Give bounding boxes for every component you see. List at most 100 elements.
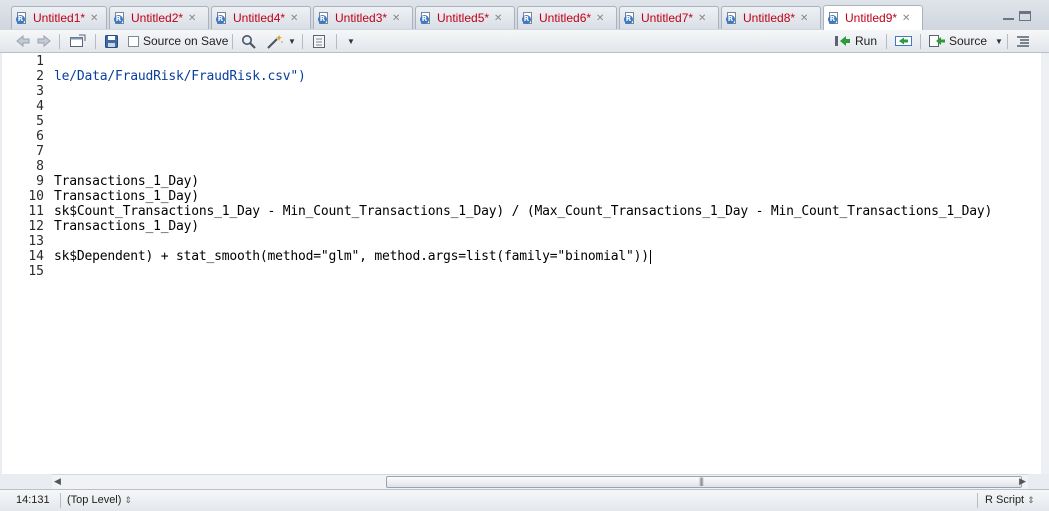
scope-label: (Top Level) <box>67 494 122 506</box>
maximize-pane-button[interactable] <box>1019 11 1031 21</box>
code-editor[interactable]: 1 2 3 4 5 6 7 8 9 10 11 12 13 14 15 le/D… <box>2 53 1041 474</box>
updown-arrow-icon: ⇕ <box>124 495 133 505</box>
line-number: 8 <box>36 159 44 174</box>
code-line[interactable]: sk$Dependent) + stat_smooth(method="glm"… <box>54 249 651 264</box>
show-in-window-button[interactable] <box>69 33 87 49</box>
line-number: 5 <box>36 114 44 129</box>
notebook-icon <box>313 34 325 48</box>
toolbar-separator <box>302 34 303 49</box>
file-type-selector[interactable]: R Script ⇕ <box>985 494 1035 506</box>
forward-button[interactable] <box>36 33 52 49</box>
close-icon[interactable]: ✕ <box>596 13 604 24</box>
code-line[interactable]: Transactions_1_Day) <box>54 189 199 204</box>
tab-untitled9[interactable]: R Untitled9* ✕ <box>823 5 923 30</box>
run-arrow-icon <box>835 36 850 46</box>
code-line[interactable]: Transactions_1_Day) <box>54 219 199 234</box>
line-number: 4 <box>36 99 44 114</box>
source-on-save-label: Source on Save <box>143 34 229 48</box>
text-cursor <box>649 249 651 264</box>
scroll-left-icon[interactable]: ◀ <box>54 476 61 487</box>
more-options-dropdown[interactable]: ▼ <box>347 33 355 49</box>
tab-label: Untitled7* <box>641 11 694 25</box>
code-tools-button[interactable]: ▼ <box>266 33 296 49</box>
grip-icon: ||| <box>699 476 704 486</box>
tab-untitled4[interactable]: R Untitled4* ✕ <box>211 6 311 29</box>
tab-untitled7[interactable]: R Untitled7* ✕ <box>619 6 719 29</box>
code-line[interactable]: le/Data/FraudRisk/FraudRisk.csv") <box>54 69 306 84</box>
tab-untitled2[interactable]: R Untitled2* ✕ <box>109 6 209 29</box>
tab-untitled8[interactable]: R Untitled8* ✕ <box>721 6 821 29</box>
tab-untitled1[interactable]: R Untitled1* ✕ <box>11 6 107 29</box>
compile-report-button[interactable] <box>311 33 327 49</box>
r-document-icon: R <box>16 11 29 25</box>
line-number: 15 <box>28 264 44 279</box>
vertical-scrollbar[interactable] <box>1041 53 1049 474</box>
checkbox-box[interactable] <box>128 35 139 47</box>
close-icon[interactable]: ✕ <box>392 13 400 24</box>
scroll-right-icon[interactable]: ▶ <box>1019 476 1026 487</box>
run-label: Run <box>855 34 878 48</box>
document-outline-button[interactable] <box>1016 33 1030 49</box>
tab-untitled6[interactable]: R Untitled6* ✕ <box>517 6 617 29</box>
close-icon[interactable]: ✕ <box>494 13 502 24</box>
line-number: 1 <box>36 54 44 69</box>
file-type-label: R Script <box>985 494 1025 506</box>
magic-wand-icon <box>267 34 283 49</box>
tab-label: Untitled1* <box>33 11 86 25</box>
tab-label: Untitled5* <box>437 11 490 25</box>
rerun-icon <box>895 36 912 46</box>
magnifier-icon <box>242 34 256 49</box>
r-document-icon: R <box>114 11 127 25</box>
chevron-down-icon: ▼ <box>288 36 296 46</box>
line-number: 7 <box>36 144 44 159</box>
r-document-icon: R <box>522 11 535 25</box>
minimize-pane-button[interactable] <box>1003 12 1014 20</box>
tab-untitled5[interactable]: R Untitled5* ✕ <box>415 6 515 29</box>
close-icon[interactable]: ✕ <box>902 13 910 24</box>
line-number: 6 <box>36 129 44 144</box>
save-button[interactable] <box>104 33 119 49</box>
back-button[interactable] <box>15 33 31 49</box>
tab-label: Untitled3* <box>335 11 388 25</box>
tab-label: Untitled6* <box>539 11 592 25</box>
toolbar-separator <box>886 34 887 49</box>
source-arrow-icon <box>929 35 945 47</box>
close-icon[interactable]: ✕ <box>90 13 98 24</box>
new-window-icon <box>70 34 86 47</box>
tab-label: Untitled8* <box>743 11 796 25</box>
horizontal-scroll-thumb[interactable]: ||| <box>386 476 1022 488</box>
toolbar-separator <box>232 34 233 49</box>
line-number: 14 <box>28 249 44 264</box>
r-document-icon: R <box>318 11 331 25</box>
status-separator <box>977 493 978 508</box>
horizontal-scrollbar[interactable]: ◀ ||| ▶ <box>52 474 1028 490</box>
tab-label: Untitled2* <box>131 11 184 25</box>
code-text: sk$Count_Transactions_1_Day - Min_Count_… <box>54 204 993 219</box>
r-document-icon: R <box>420 11 433 25</box>
toolbar-separator <box>920 34 921 49</box>
line-number: 3 <box>36 84 44 99</box>
close-icon[interactable]: ✕ <box>290 13 298 24</box>
source-on-save-checkbox[interactable]: Source on Save <box>128 33 228 49</box>
tab-untitled3[interactable]: R Untitled3* ✕ <box>313 6 413 29</box>
code-line[interactable]: Transactions_1_Day) <box>54 174 199 189</box>
close-icon[interactable]: ✕ <box>698 13 706 24</box>
run-button[interactable]: Run <box>834 33 877 49</box>
code-text: le/Data/FraudRisk/FraudRisk.csv") <box>54 69 306 84</box>
tab-label: Untitled4* <box>233 11 286 25</box>
close-icon[interactable]: ✕ <box>188 13 196 24</box>
updown-arrow-icon: ⇕ <box>1027 495 1035 505</box>
code-line[interactable]: sk$Count_Transactions_1_Day - Min_Count_… <box>54 204 992 219</box>
cursor-position: 14:131 <box>16 494 50 506</box>
close-icon[interactable]: ✕ <box>800 13 808 24</box>
scope-selector[interactable]: (Top Level) ⇕ <box>67 494 132 506</box>
rerun-button[interactable] <box>894 33 914 49</box>
source-button[interactable]: Source ▼ <box>928 33 1003 49</box>
line-number: 13 <box>28 234 44 249</box>
status-separator <box>60 493 61 508</box>
chevron-down-icon[interactable]: ▼ <box>995 37 1003 46</box>
toolbar-separator <box>59 34 60 49</box>
chevron-down-icon: ▼ <box>347 36 355 46</box>
find-replace-button[interactable] <box>241 33 257 49</box>
r-document-icon: R <box>726 11 739 25</box>
